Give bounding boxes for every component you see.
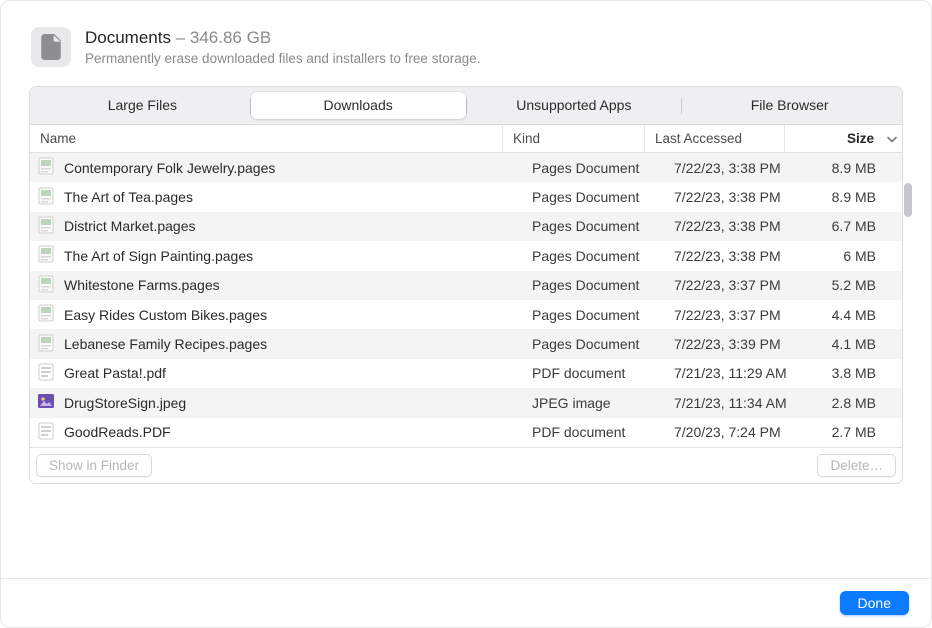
file-icon bbox=[38, 422, 54, 443]
page-title-row: Documents – 346.86 GB bbox=[85, 27, 480, 49]
cell-kind: JPEG image bbox=[522, 395, 664, 411]
file-name: The Art of Sign Painting.pages bbox=[64, 248, 253, 264]
cell-last-accessed: 7/22/23, 3:39 PM bbox=[664, 336, 804, 352]
file-name: Contemporary Folk Jewelry.pages bbox=[64, 160, 275, 176]
cell-name: DrugStoreSign.jpeg bbox=[30, 392, 522, 413]
cell-name: Great Pasta!.pdf bbox=[30, 363, 522, 384]
table-row[interactable]: Contemporary Folk Jewelry.pages Pages Doc… bbox=[30, 153, 902, 182]
table-row[interactable]: The Art of Tea.pages Pages Document7/22/2… bbox=[30, 182, 902, 211]
cell-last-accessed: 7/22/23, 3:37 PM bbox=[664, 307, 804, 323]
show-in-finder-button[interactable]: Show in Finder bbox=[36, 454, 152, 477]
header: Documents – 346.86 GB Permanently erase … bbox=[1, 1, 931, 86]
cell-last-accessed: 7/22/23, 3:38 PM bbox=[664, 189, 804, 205]
file-icon bbox=[38, 334, 54, 355]
file-icon bbox=[38, 392, 54, 413]
file-name: The Art of Tea.pages bbox=[64, 189, 193, 205]
storage-documents-window: Documents – 346.86 GB Permanently erase … bbox=[0, 0, 932, 628]
table-body: Contemporary Folk Jewelry.pages Pages Doc… bbox=[30, 153, 902, 447]
cell-name: Contemporary Folk Jewelry.pages bbox=[30, 157, 522, 178]
cell-last-accessed: 7/22/23, 3:38 PM bbox=[664, 218, 804, 234]
file-name: District Market.pages bbox=[64, 218, 195, 234]
file-icon bbox=[38, 275, 54, 296]
table-row[interactable]: DrugStoreSign.jpeg JPEG image7/21/23, 11:… bbox=[30, 388, 902, 417]
cell-kind: Pages Document bbox=[522, 248, 664, 264]
table-row[interactable]: Great Pasta!.pdf PDF document7/21/23, 11:… bbox=[30, 359, 902, 388]
column-header-size-label: Size bbox=[847, 131, 874, 146]
cell-size: 6.7 MB bbox=[804, 218, 902, 234]
cell-kind: Pages Document bbox=[522, 218, 664, 234]
file-icon bbox=[38, 363, 54, 384]
footer: Done bbox=[1, 578, 931, 627]
table-row[interactable]: Lebanese Family Recipes.pages Pages Docum… bbox=[30, 329, 902, 358]
delete-button[interactable]: Delete… bbox=[817, 454, 896, 477]
cell-size: 6 MB bbox=[804, 248, 902, 264]
cell-last-accessed: 7/22/23, 3:38 PM bbox=[664, 248, 804, 264]
cell-last-accessed: 7/21/23, 11:29 AM bbox=[664, 365, 804, 381]
cell-kind: Pages Document bbox=[522, 160, 664, 176]
documents-category-icon bbox=[31, 27, 71, 67]
table-row[interactable]: Whitestone Farms.pages Pages Document7/22… bbox=[30, 271, 902, 300]
tab-unsupported-apps[interactable]: Unsupported Apps bbox=[467, 92, 682, 119]
file-name: Whitestone Farms.pages bbox=[64, 277, 220, 293]
cell-last-accessed: 7/22/23, 3:38 PM bbox=[664, 160, 804, 176]
cell-kind: Pages Document bbox=[522, 277, 664, 293]
cell-size: 4.1 MB bbox=[804, 336, 902, 352]
sort-indicator-icon[interactable] bbox=[882, 134, 902, 144]
cell-name: District Market.pages bbox=[30, 216, 522, 237]
cell-kind: PDF document bbox=[522, 424, 664, 440]
file-icon bbox=[38, 187, 54, 208]
cell-kind: Pages Document bbox=[522, 189, 664, 205]
cell-name: GoodReads.PDF bbox=[30, 422, 522, 443]
file-name: Easy Rides Custom Bikes.pages bbox=[64, 307, 267, 323]
file-name: DrugStoreSign.jpeg bbox=[64, 395, 186, 411]
table-row[interactable]: District Market.pages Pages Document7/22/… bbox=[30, 212, 902, 241]
cell-size: 8.9 MB bbox=[804, 160, 902, 176]
file-name: Lebanese Family Recipes.pages bbox=[64, 336, 267, 352]
cell-name: Whitestone Farms.pages bbox=[30, 275, 522, 296]
cell-name: The Art of Sign Painting.pages bbox=[30, 245, 522, 266]
page-subtitle: Permanently erase downloaded files and i… bbox=[85, 50, 480, 68]
file-icon bbox=[38, 216, 54, 237]
cell-last-accessed: 7/22/23, 3:37 PM bbox=[664, 277, 804, 293]
category-tabs: Large Files Downloads Unsupported Apps F… bbox=[30, 87, 902, 125]
table-header: Name Kind Last Accessed Size bbox=[30, 125, 902, 153]
file-name: GoodReads.PDF bbox=[64, 424, 171, 440]
column-header-name[interactable]: Name bbox=[30, 125, 502, 152]
cell-kind: PDF document bbox=[522, 365, 664, 381]
cell-name: The Art of Tea.pages bbox=[30, 187, 522, 208]
cell-size: 8.9 MB bbox=[804, 189, 902, 205]
cell-name: Lebanese Family Recipes.pages bbox=[30, 334, 522, 355]
header-size: – 346.86 GB bbox=[171, 28, 271, 47]
cell-last-accessed: 7/21/23, 11:34 AM bbox=[664, 395, 804, 411]
cell-kind: Pages Document bbox=[522, 336, 664, 352]
column-header-kind[interactable]: Kind bbox=[502, 125, 644, 152]
cell-size: 2.7 MB bbox=[804, 424, 902, 440]
column-header-last-accessed[interactable]: Last Accessed bbox=[644, 125, 784, 152]
file-icon bbox=[38, 304, 54, 325]
cell-size: 2.8 MB bbox=[804, 395, 902, 411]
file-panel: Large Files Downloads Unsupported Apps F… bbox=[29, 86, 903, 484]
cell-last-accessed: 7/20/23, 7:24 PM bbox=[664, 424, 804, 440]
cell-size: 3.8 MB bbox=[804, 365, 902, 381]
scrollbar-thumb[interactable] bbox=[904, 183, 912, 217]
cell-kind: Pages Document bbox=[522, 307, 664, 323]
column-header-size[interactable]: Size bbox=[784, 125, 882, 152]
done-button[interactable]: Done bbox=[840, 591, 909, 615]
file-name: Great Pasta!.pdf bbox=[64, 365, 166, 381]
cell-size: 5.2 MB bbox=[804, 277, 902, 293]
table-row[interactable]: GoodReads.PDF PDF document7/20/23, 7:24 P… bbox=[30, 418, 902, 447]
panel-actions: Show in Finder Delete… bbox=[30, 447, 902, 483]
page-title: Documents bbox=[85, 28, 171, 47]
table-row[interactable]: The Art of Sign Painting.pages Pages Docu… bbox=[30, 241, 902, 270]
tab-downloads[interactable]: Downloads bbox=[251, 92, 466, 119]
tab-large-files[interactable]: Large Files bbox=[35, 92, 250, 119]
cell-size: 4.4 MB bbox=[804, 307, 902, 323]
table-row[interactable]: Easy Rides Custom Bikes.pages Pages Docum… bbox=[30, 300, 902, 329]
cell-name: Easy Rides Custom Bikes.pages bbox=[30, 304, 522, 325]
tab-file-browser[interactable]: File Browser bbox=[682, 92, 897, 119]
file-icon bbox=[38, 245, 54, 266]
file-icon bbox=[38, 157, 54, 178]
